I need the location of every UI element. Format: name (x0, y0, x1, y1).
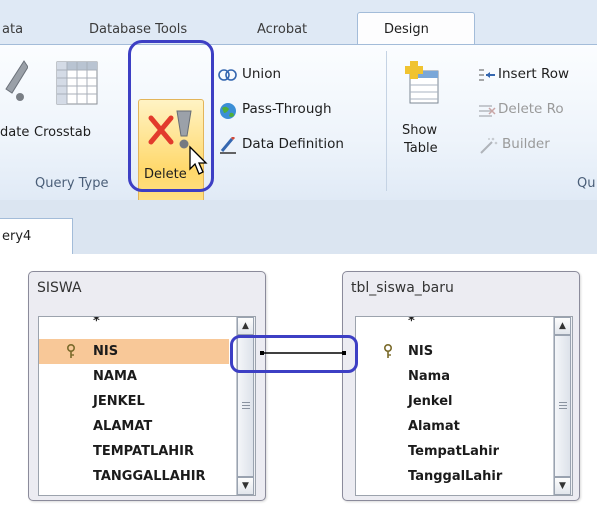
field-item[interactable]: TANGGALLAHIR (39, 464, 229, 489)
document-tab-bar (0, 200, 597, 255)
show-table-button[interactable]: Show Table (394, 59, 450, 169)
data-definition-button[interactable]: Data Definition (218, 135, 378, 157)
field-list[interactable]: * NIS NAMA JENKEL ALAMAT TEMPATLAHIR TAN… (38, 316, 256, 496)
annotation-circle-join (230, 335, 358, 373)
field-item[interactable]: JENKEL (39, 389, 229, 414)
globe-icon (220, 103, 236, 119)
field-item[interactable]: Jenkel (356, 389, 546, 414)
update-label: date (0, 125, 30, 140)
tab-acrobat[interactable]: Acrobat (257, 22, 307, 37)
builder-label: Builder (502, 136, 550, 152)
query-setup-group-label: Qu (577, 176, 596, 191)
field-item[interactable]: TempatLahir (356, 439, 546, 464)
show-table-label-2: Table (404, 141, 438, 156)
tab-design[interactable]: Design (357, 12, 475, 46)
show-table-label-1: Show (402, 123, 438, 138)
data-definition-icon (220, 137, 236, 154)
primary-key-icon (67, 344, 75, 358)
field-item[interactable]: Nama (356, 364, 546, 389)
builder-wand-icon (480, 137, 498, 154)
data-definition-label: Data Definition (242, 136, 344, 152)
annotation-circle-delete (128, 40, 214, 192)
vertical-scrollbar[interactable]: ▲ ▼ (553, 317, 572, 495)
table-title: tbl_siswa_baru (351, 280, 454, 296)
query-document-tab[interactable]: ery4 (0, 218, 73, 255)
delete-rows-label: Delete Ro (498, 101, 564, 117)
tab-database-tools[interactable]: Database Tools (89, 22, 187, 37)
field-item[interactable]: * (39, 317, 229, 334)
field-item[interactable]: NIS (356, 339, 546, 364)
delete-rows-button[interactable]: Delete Ro (478, 100, 597, 122)
ribbon: date Crosstab Delete Union Pass-Through … (0, 44, 597, 229)
query-type-group-label: Query Type (35, 176, 109, 191)
delete-rows-icon (479, 105, 496, 117)
field-item[interactable]: * (356, 317, 546, 334)
query-tab-label: ery4 (2, 229, 32, 244)
scroll-up-arrow-icon[interactable]: ▲ (554, 317, 571, 335)
union-label: Union (242, 66, 282, 82)
scroll-down-arrow-icon[interactable]: ▼ (554, 477, 571, 495)
tab-create-data[interactable]: ata (2, 22, 23, 37)
group-separator (386, 51, 387, 191)
scroll-up-arrow-icon[interactable]: ▲ (237, 317, 254, 335)
ribbon-tab-bar: ata Database Tools Acrobat Design (0, 0, 597, 46)
table-title: SISWA (37, 280, 82, 296)
field-item[interactable]: ALAMAT (39, 414, 229, 439)
crosstab-icon (56, 61, 98, 105)
insert-rows-button[interactable]: Insert Row (478, 65, 597, 87)
scroll-down-arrow-icon[interactable]: ▼ (237, 477, 254, 495)
scroll-thumb[interactable] (554, 335, 571, 477)
builder-button[interactable]: Builder (478, 135, 597, 157)
tab-design-label: Design (384, 22, 429, 37)
field-item-selected[interactable]: NIS (39, 339, 229, 364)
pass-through-label: Pass-Through (242, 101, 332, 117)
union-icon (218, 69, 237, 81)
insert-rows-label: Insert Row (498, 66, 570, 82)
update-button[interactable]: date (0, 59, 30, 140)
pass-through-button[interactable]: Pass-Through (218, 100, 378, 122)
table-tbl-siswa-baru[interactable]: tbl_siswa_baru * NIS Nama Jenkel Alamat … (342, 271, 580, 501)
union-button[interactable]: Union (218, 65, 378, 87)
field-item[interactable]: NAMA (39, 364, 229, 389)
crosstab-label: Crosstab (34, 125, 91, 140)
table-siswa[interactable]: SISWA * NIS NAMA JENKEL ALAMAT TEMPATLAH… (28, 271, 266, 501)
primary-key-icon (384, 344, 392, 358)
insert-rows-icon (479, 69, 495, 81)
field-item[interactable]: TanggalLahir (356, 464, 546, 489)
field-list[interactable]: * NIS Nama Jenkel Alamat TempatLahir Tan… (355, 316, 573, 496)
field-item[interactable]: TEMPATLAHIR (39, 439, 229, 464)
update-icon (5, 60, 28, 101)
show-table-icon (405, 61, 439, 104)
crosstab-button[interactable]: Crosstab (34, 59, 130, 140)
field-item[interactable]: Alamat (356, 414, 546, 439)
